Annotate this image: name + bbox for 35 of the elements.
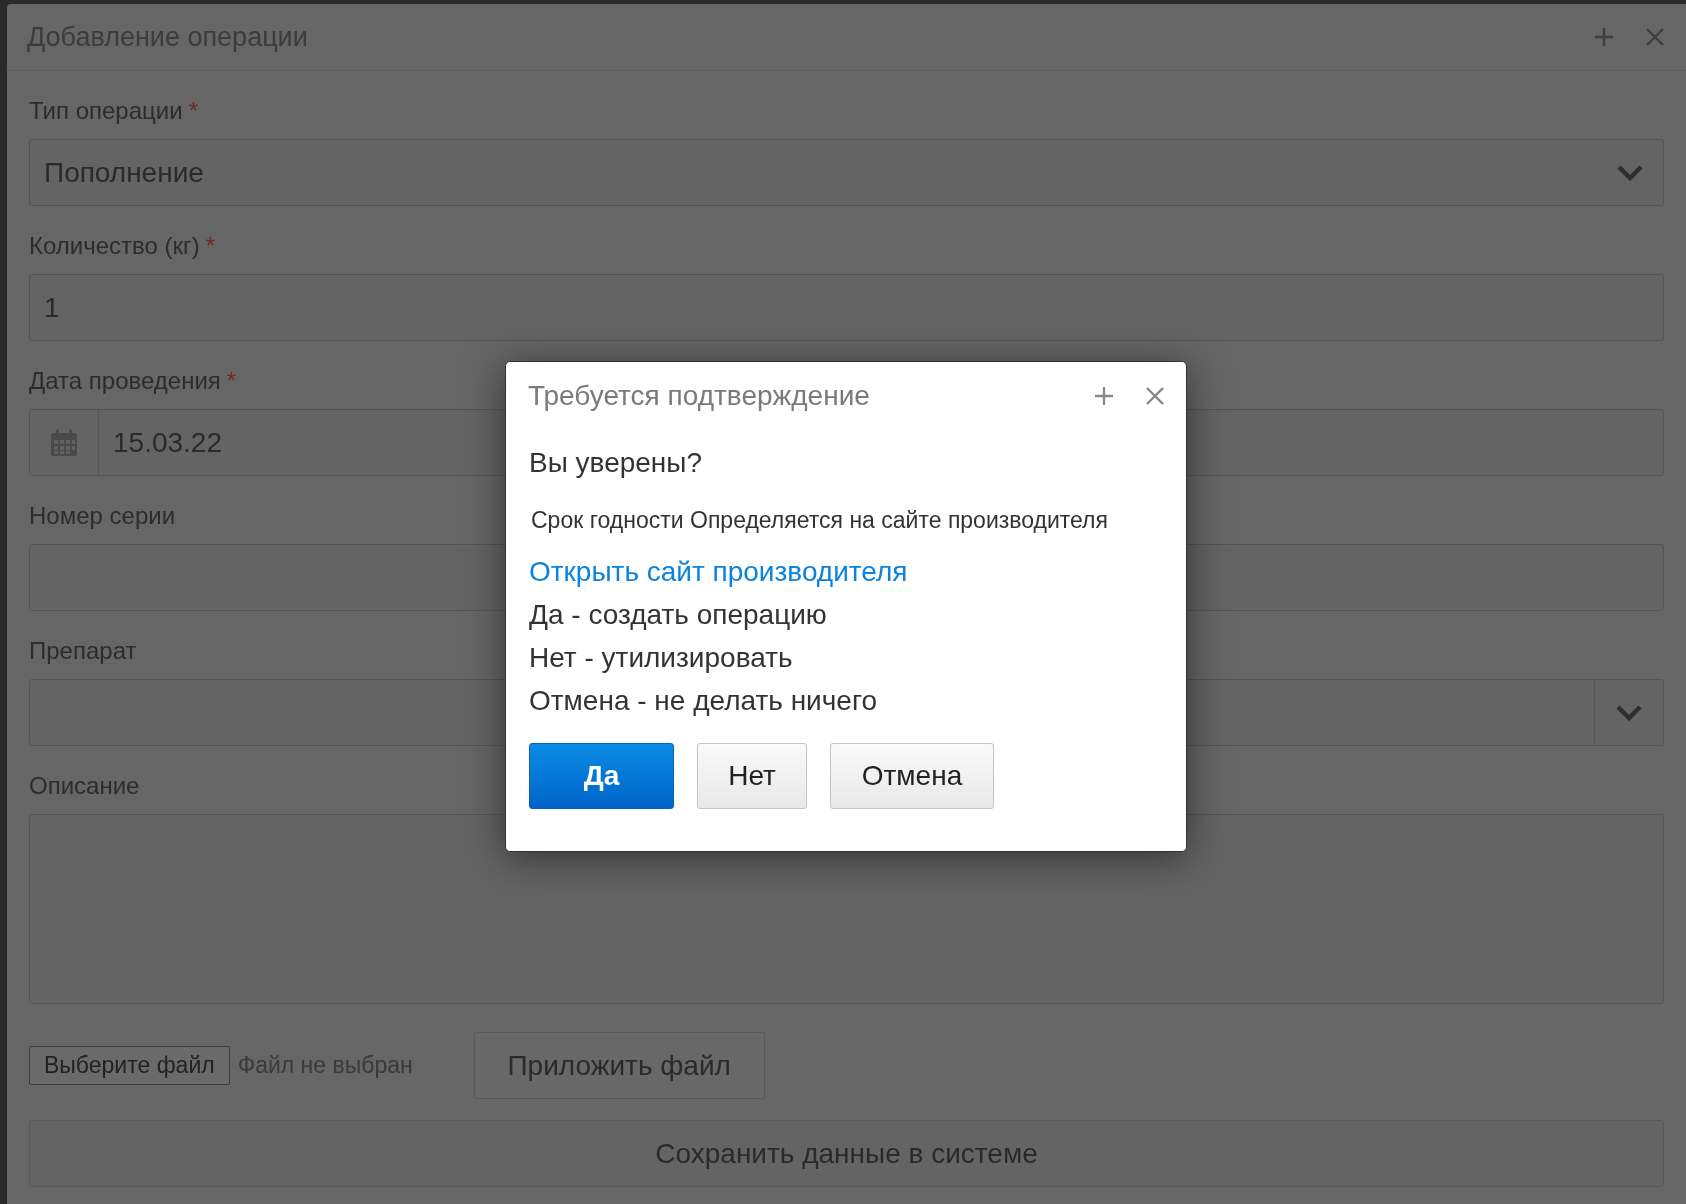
- field-label: Описание: [29, 772, 140, 800]
- dialog-title: Требуется подтверждение: [528, 379, 871, 412]
- text-area[interactable]: [29, 814, 1664, 1004]
- option-description: Нет - утилизировать: [529, 642, 794, 674]
- field-label: Количество (кг): [29, 232, 200, 260]
- field-value: 1: [43, 291, 61, 324]
- calendar-icon: [50, 428, 78, 457]
- option-description: Отмена - не делать ничего: [529, 685, 879, 717]
- field-value: 15.03.22: [112, 426, 223, 459]
- close-icon[interactable]: [1646, 28, 1664, 46]
- dialog-button[interactable]: Да: [529, 743, 674, 809]
- field-label: Номер серии: [29, 502, 176, 530]
- required-mark: *: [188, 97, 198, 125]
- select-field[interactable]: Пополнение: [29, 139, 1664, 206]
- field-value: Пополнение: [43, 156, 205, 189]
- field-label: Дата проведения: [29, 367, 221, 395]
- plus-icon[interactable]: [1094, 385, 1114, 406]
- field-label: Препарат: [29, 637, 137, 665]
- chevron-down-icon: [1616, 704, 1642, 721]
- input-field[interactable]: 1: [29, 274, 1664, 341]
- dialog-message: Срок годности Определяется на сайте производителя: [531, 507, 1109, 534]
- required-mark: *: [226, 367, 237, 395]
- option-description: Да - создать операцию: [529, 599, 828, 631]
- plus-icon[interactable]: [1594, 27, 1614, 47]
- dialog-button[interactable]: Нет: [697, 743, 807, 809]
- close-icon[interactable]: [1146, 386, 1164, 405]
- dialog-button[interactable]: Отмена: [830, 743, 994, 809]
- field-label: Тип операции: [29, 97, 183, 125]
- required-mark: *: [205, 232, 216, 260]
- chevron-down-icon: [1617, 164, 1643, 181]
- save-button[interactable]: Сохранить данные в системе: [29, 1120, 1664, 1187]
- manufacturer-link[interactable]: Открыть сайт производителя: [529, 556, 1163, 588]
- choose-file-button[interactable]: Выберите файл: [29, 1046, 230, 1085]
- dialog-question: Вы уверены?: [529, 447, 704, 479]
- attach-file-button[interactable]: Приложить файл: [473, 1032, 765, 1099]
